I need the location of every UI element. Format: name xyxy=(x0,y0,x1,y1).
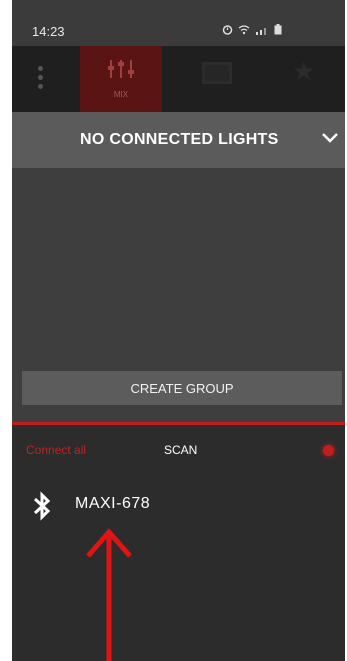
tab-favorites[interactable]: ★ xyxy=(282,46,332,112)
connect-all-button[interactable]: Connect all xyxy=(26,443,86,457)
phone-screen: 14:23 MIX ★ NO CONNECTED LIGHTS CREATE G… xyxy=(12,0,345,661)
annotation-arrow-icon xyxy=(86,528,132,661)
battery-icon xyxy=(274,24,282,35)
nav-bar: MIX ★ xyxy=(12,46,345,112)
tab-scenes[interactable] xyxy=(188,46,248,112)
scan-panel: Connect all SCAN MAXI-678 xyxy=(12,425,345,661)
connected-lights-title: NO CONNECTED LIGHTS xyxy=(80,131,279,148)
scan-status-indicator xyxy=(323,445,334,456)
status-bar: 14:23 xyxy=(12,0,345,46)
tab-mix[interactable]: MIX xyxy=(80,46,162,112)
scan-button[interactable]: SCAN xyxy=(164,443,197,457)
scenes-icon xyxy=(202,62,232,84)
status-icons xyxy=(222,24,282,35)
bluetooth-icon xyxy=(33,491,51,521)
status-time: 14:23 xyxy=(32,24,65,39)
chevron-down-icon[interactable] xyxy=(319,126,341,148)
connected-lights-header[interactable]: NO CONNECTED LIGHTS xyxy=(12,112,345,168)
device-name: MAXI-678 xyxy=(75,495,151,512)
star-icon: ★ xyxy=(292,56,316,86)
sliders-icon xyxy=(108,60,134,78)
menu-icon[interactable] xyxy=(32,66,48,92)
create-group-button[interactable]: CREATE GROUP xyxy=(22,371,342,405)
signal-icon xyxy=(256,27,266,35)
wifi-icon xyxy=(238,24,250,34)
device-list-item[interactable]: MAXI-678 xyxy=(12,487,345,527)
alarm-icon xyxy=(222,25,233,35)
tab-mix-label: MIX xyxy=(113,90,129,99)
